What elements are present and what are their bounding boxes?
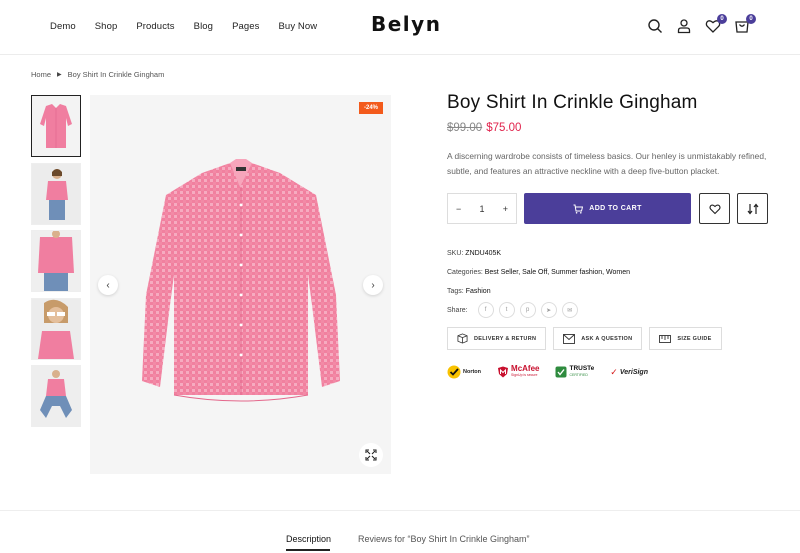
tags-label: Tags: [447,288,464,295]
mail-icon [563,333,576,344]
thumbnail-model-4[interactable] [31,365,81,427]
plus-icon[interactable]: + [503,204,508,214]
delivery-return-button[interactable]: DELIVERY & RETURN [447,327,547,350]
norton-check-icon [447,365,461,379]
nav-products[interactable]: Products [136,21,174,32]
verisign-badge: ✓ VeriSign [610,367,648,378]
main-nav: Demo Shop Products Blog Pages Buy Now [50,21,336,32]
price-old: $99.00 [447,122,483,134]
add-to-cart-label: ADD TO CART [589,205,642,212]
chevron-right-icon: › [371,279,375,291]
verisign-label: VeriSign [619,368,648,376]
product-price: $99.00 $75.00 [447,122,772,134]
wishlist-icon[interactable]: 0 [705,14,727,34]
product-info: Boy Shirt In Crinkle Gingham $99.00 $75.… [447,92,772,379]
prev-image-button[interactable]: ‹ [98,275,118,295]
extras-row: DELIVERY & RETURN ASK A QUESTION SIZE GU… [447,327,772,350]
delivery-return-label: DELIVERY & RETURN [474,335,537,342]
chevron-left-icon: ‹ [106,279,110,291]
chevron-right-icon: ▶ [57,72,62,78]
categories-row: Categories: Best Seller, Sale Off, Summe… [447,263,772,282]
wishlist-count-badge: 0 [717,14,727,24]
search-icon[interactable] [647,18,663,34]
site-header: Demo Shop Products Blog Pages Buy Now Be… [0,0,800,55]
site-logo[interactable]: Belyn [371,12,441,36]
product-thumbnails [31,95,81,433]
nav-pages[interactable]: Pages [232,21,259,32]
thumbnail-shirt-front[interactable] [31,95,81,157]
size-guide-button[interactable]: SIZE GUIDE [649,327,722,350]
shirt-image [142,159,340,402]
tab-reviews[interactable]: Reviews for “Boy Shirt In Crinkle Gingha… [358,534,530,544]
pinterest-icon[interactable]: p [519,302,536,318]
facebook-icon[interactable]: f [477,302,494,318]
ruler-icon [659,334,672,343]
heart-icon [708,204,721,214]
breadcrumb-home[interactable]: Home [31,70,51,79]
tags-row: Tags: Fashion [447,282,772,301]
telegram-icon[interactable]: ➤ [540,302,557,318]
sku-label: SKU: [447,250,464,257]
tab-description[interactable]: Description [286,534,331,544]
header-icons: 0 0 [647,14,756,34]
cart-row: − 1 + ADD TO CART [447,193,772,224]
quantity-value[interactable]: 1 [479,204,484,214]
ask-question-button[interactable]: ASK A QUESTION [553,327,643,350]
product-meta: SKU: ZNDU405K Categories: Best Seller, S… [447,244,772,301]
twitter-icon[interactable]: t [498,302,515,318]
tags-value[interactable]: Fashion [466,288,491,295]
ask-question-label: ASK A QUESTION [581,335,633,342]
cart-icon [573,204,584,214]
share-row: Share: f t p ➤ ✉ [447,302,772,318]
nav-shop[interactable]: Shop [95,21,118,32]
truste-text: TRUSTe CERTIFIED [569,365,594,378]
truste-check-icon [555,366,567,378]
trust-badges: Norton McAfee SignUp is secure TRUSTe CE… [447,365,772,379]
product-title: Boy Shirt In Crinkle Gingham [447,92,698,113]
thumbnail-model-2[interactable] [31,230,81,292]
price-new: $75.00 [486,122,522,134]
quantity-stepper: − 1 + [447,193,517,224]
size-guide-label: SIZE GUIDE [677,335,712,342]
truste-badge: TRUSTe CERTIFIED [555,365,594,378]
categories-value[interactable]: Best Seller, Sale Off, Summer fashion, W… [485,269,630,276]
email-icon[interactable]: ✉ [561,302,578,318]
add-to-cart-button[interactable]: ADD TO CART [524,193,691,224]
norton-badge: Norton [447,365,481,379]
sale-badge: -24% [358,102,383,114]
cart-icon[interactable]: 0 [734,14,756,34]
mcafee-shield-icon [498,366,509,378]
sku-row: SKU: ZNDU405K [447,244,772,263]
breadcrumb-current: Boy Shirt In Crinkle Gingham [67,70,165,79]
truste-sublabel: CERTIFIED [569,373,588,377]
add-to-wishlist-button[interactable] [699,193,730,224]
product-tabs: Description Reviews for “Boy Shirt In Cr… [0,510,800,553]
norton-label: Norton [463,369,482,375]
share-label: Share: [447,306,468,314]
active-tab-indicator [286,549,330,551]
thumbnail-model-1[interactable] [31,162,81,225]
compare-button[interactable] [737,193,768,224]
sku-value: ZNDU405K [465,250,502,257]
user-icon[interactable] [676,18,692,34]
compare-icon [747,203,758,214]
product-description: A discerning wardrobe consists of timele… [447,151,767,176]
mcafee-text: McAfee SignUp is secure [511,365,539,378]
zoom-button[interactable] [359,443,383,467]
thumbnail-model-3[interactable] [31,297,81,360]
verisign-check-icon: ✓ [610,366,618,377]
minus-icon[interactable]: − [456,204,461,214]
categories-label: Categories: [447,269,483,276]
breadcrumb: Home ▶ Boy Shirt In Crinkle Gingham [31,70,164,79]
nav-buy-now[interactable]: Buy Now [279,21,318,32]
nav-blog[interactable]: Blog [194,21,213,32]
expand-icon [365,449,377,461]
next-image-button[interactable]: › [363,275,383,295]
mcafee-sublabel: SignUp is secure [511,373,538,377]
cart-count-badge: 0 [746,14,756,24]
nav-demo[interactable]: Demo [50,21,76,32]
mcafee-badge: McAfee SignUp is secure [497,365,539,378]
box-icon [457,333,468,344]
product-main-image[interactable]: -24% ‹ › [90,95,391,474]
